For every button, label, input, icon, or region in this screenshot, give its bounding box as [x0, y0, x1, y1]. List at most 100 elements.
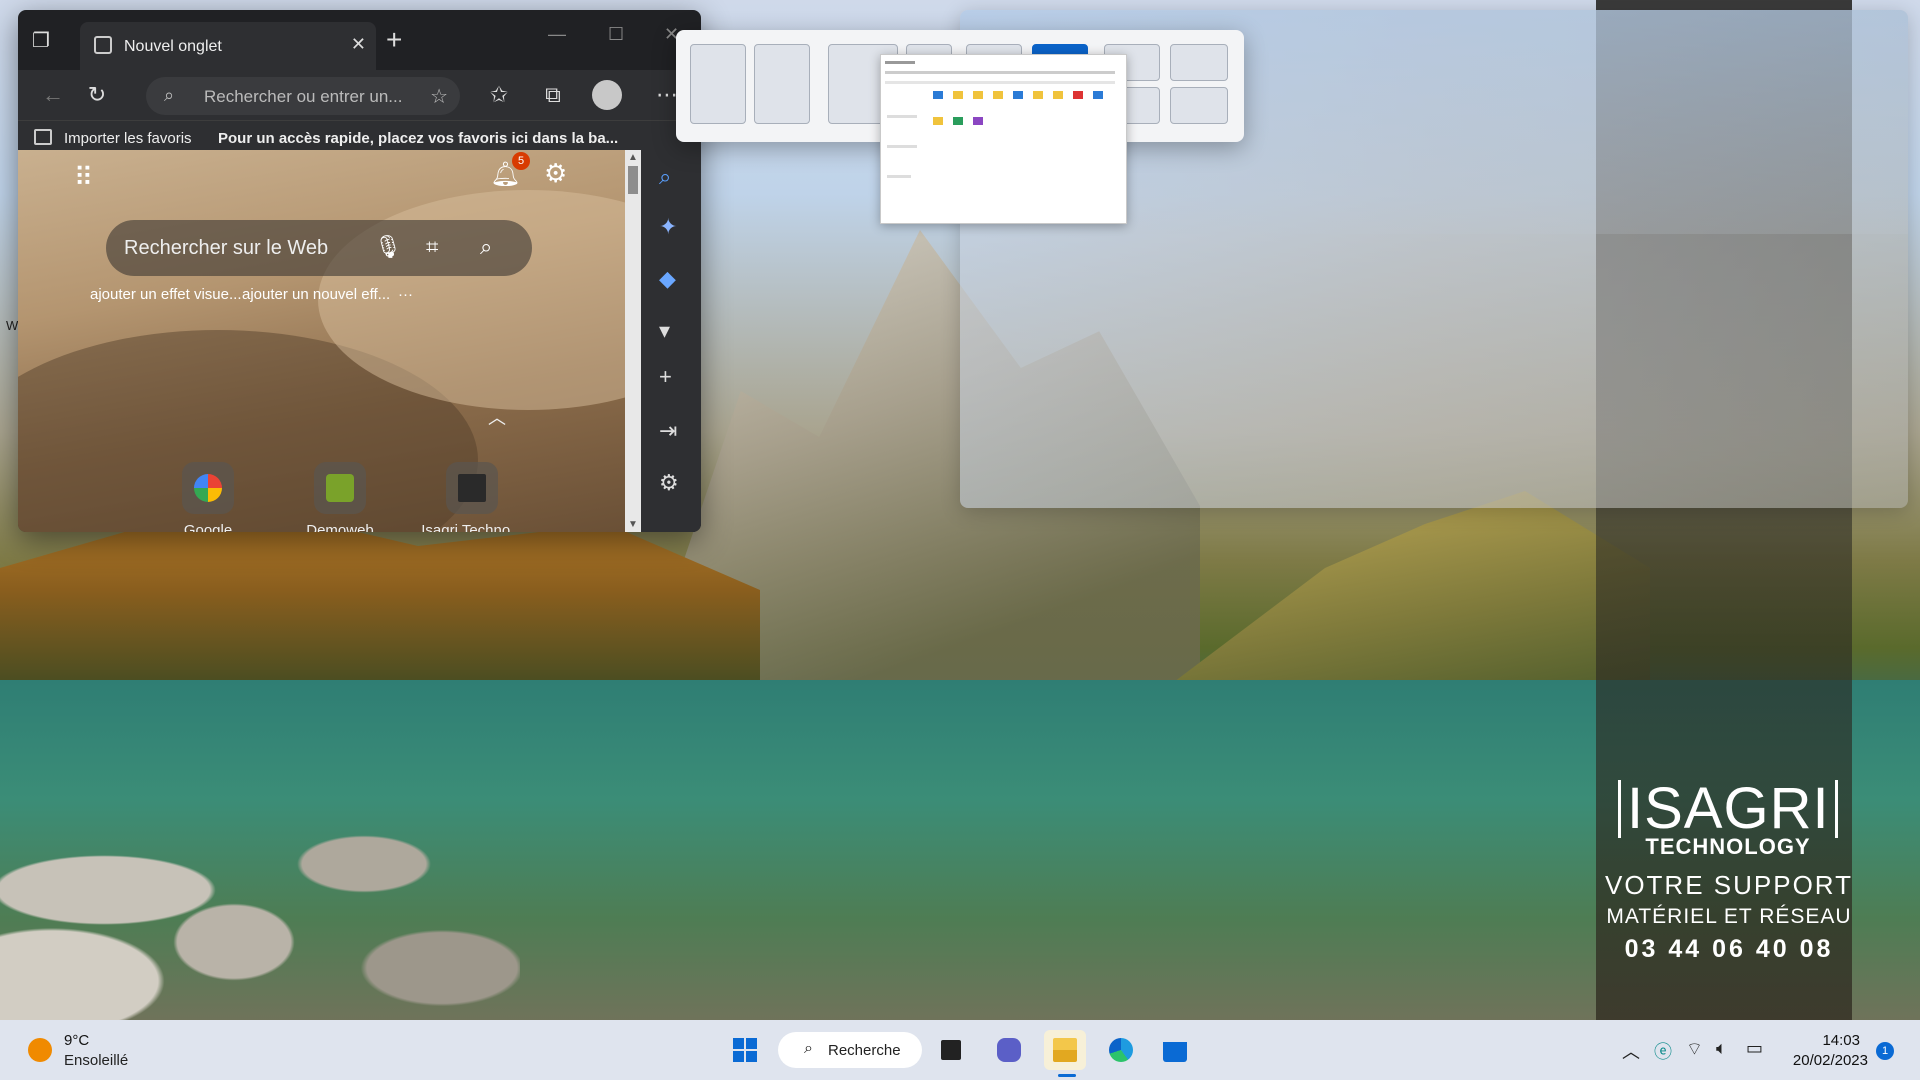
sidebar-copilot-icon[interactable]: ✦ [659, 214, 677, 240]
isagri-slogan-line2: MATÉRIEL ET RÉSEAU [1606, 905, 1852, 928]
isagri-slogan: VOTRE SUPPORT MATÉRIEL ET RÉSEAU 03 44 0… [1604, 870, 1854, 964]
edge-sidebar: ⌕ ✦ ◆ ▾ + ⇥ ⚙ [641, 150, 701, 532]
thumbnail-bar [887, 115, 917, 118]
start-button[interactable] [724, 1030, 766, 1070]
sidebar-add-icon[interactable]: + [659, 364, 672, 390]
microphone-icon[interactable]: 🎙︎ [374, 234, 402, 260]
scroll-thumb[interactable] [628, 166, 638, 194]
search-suggestion[interactable]: ajouter un nouvel eff... [242, 286, 390, 303]
isagri-logo-main: ISAGRI [1618, 780, 1838, 838]
thumbnail-bar [887, 145, 917, 148]
isagri-slogan-line1: VOTRE SUPPORT [1604, 870, 1853, 900]
new-tab-button[interactable]: + [386, 24, 402, 56]
notification-count-badge[interactable]: 1 [1876, 1042, 1894, 1060]
search-submit-icon[interactable]: ⌕ [480, 234, 492, 260]
quick-link-label: Demoweb [306, 522, 374, 532]
import-icon [34, 129, 52, 145]
file-explorer-thumbnail[interactable] [880, 54, 1127, 224]
thumbnail-bar [885, 71, 1115, 74]
folder-icon [1073, 91, 1083, 99]
quick-link-isagri[interactable]: Isagri Techno... [412, 462, 532, 532]
sidebar-shopping-icon[interactable]: ◆ [659, 266, 676, 292]
snap-zone[interactable] [1170, 87, 1228, 124]
collections-icon[interactable]: ⧉ [538, 82, 568, 112]
tab-actions-icon[interactable]: ❐ [32, 28, 62, 54]
google-logo-icon [194, 474, 222, 502]
store-button[interactable] [1154, 1030, 1196, 1070]
weather-temperature[interactable]: 9°C [64, 1032, 89, 1049]
more-suggestions[interactable]: ··· [398, 286, 413, 303]
rocks [0, 760, 520, 1020]
favorites-icon[interactable]: ✩ [484, 82, 514, 112]
scroll-down-arrow-icon[interactable]: ▼ [628, 519, 638, 530]
quick-link-demoweb[interactable]: Demoweb [280, 462, 400, 532]
wifi-icon[interactable]: ⌔ [1686, 1038, 1703, 1061]
address-placeholder: Rechercher ou entrer un... [204, 87, 403, 106]
folder-icon [1013, 91, 1023, 99]
battery-icon[interactable]: ▭ [1746, 1038, 1763, 1059]
favorites-bar-hint: Pour un accès rapide, placez vos favoris… [218, 130, 619, 147]
edge-browser-window[interactable]: ❐ Nouvel onglet ✕ + — ☐ ✕ ← ↻ ⌕ Recherch… [18, 10, 701, 532]
file-explorer-button[interactable] [1044, 1030, 1086, 1070]
folder-icon [993, 91, 1003, 99]
thumbnail-bar [885, 61, 915, 64]
refresh-icon[interactable]: ↻ [82, 82, 112, 112]
clock-date[interactable]: 20/02/2023 [1780, 1052, 1868, 1069]
tab-new-tab[interactable]: Nouvel onglet ✕ [80, 22, 376, 70]
minimize-icon[interactable]: — [548, 24, 566, 45]
weather-sun-icon[interactable] [28, 1038, 52, 1062]
back-arrow-icon[interactable]: ← [38, 82, 68, 112]
visual-search-icon[interactable]: ⌗ [426, 234, 438, 260]
search-icon: ⌕ [804, 1040, 813, 1057]
task-view-button[interactable] [930, 1030, 972, 1070]
sidebar-overflow-chevron-icon[interactable]: ▾ [659, 318, 670, 344]
weather-condition[interactable]: Ensoleillé [64, 1052, 128, 1069]
folder-icon [1053, 91, 1063, 99]
taskbar-search[interactable]: ⌕ Recherche [778, 1032, 922, 1068]
tab-close-icon[interactable]: ✕ [351, 34, 366, 55]
folder-icon [933, 117, 943, 125]
store-bag-icon [1163, 1038, 1187, 1062]
web-search-box[interactable]: Rechercher sur le Web 🎙︎ ⌗ ⌕ [106, 220, 532, 276]
folder-icon [1093, 91, 1103, 99]
edge-logo-icon [1109, 1038, 1133, 1062]
address-bar[interactable]: ⌕ Rechercher ou entrer un... ☆ [146, 77, 460, 115]
task-view-icon [941, 1040, 961, 1060]
thumbnail-bar [885, 81, 1115, 84]
isagri-logo-sub: TECHNOLOGY [1645, 834, 1811, 859]
page-scrollbar[interactable]: ▲ ▼ [625, 150, 641, 532]
search-suggestion[interactable]: ajouter un effet visue... [90, 286, 242, 303]
import-favorites-link[interactable]: Importer les favoris [64, 130, 192, 147]
folder-icon [973, 117, 983, 125]
add-favorite-icon[interactable]: ☆ [430, 84, 448, 109]
folder-icon [953, 91, 963, 99]
collapse-chevron-icon[interactable]: ︿ [488, 404, 506, 430]
tab-strip: ❐ Nouvel onglet ✕ + — ☐ ✕ [18, 10, 701, 70]
page-settings-gear-icon[interactable]: ⚙ [544, 158, 567, 189]
quick-link-google[interactable]: Google [148, 462, 268, 532]
sidebar-hide-icon[interactable]: ⇥ [659, 418, 677, 444]
snap-zone[interactable] [1170, 44, 1228, 81]
tray-app-icon[interactable]: ⓔ [1654, 1038, 1672, 1064]
snap-zone[interactable] [690, 44, 746, 124]
folder-icon [973, 91, 983, 99]
sidebar-search-icon[interactable]: ⌕ [659, 164, 671, 190]
search-icon: ⌕ [164, 85, 175, 105]
folder-icon [1053, 1038, 1077, 1062]
maximize-icon[interactable]: ☐ [608, 24, 624, 45]
teams-chat-button[interactable] [988, 1030, 1030, 1070]
edge-button[interactable] [1100, 1030, 1142, 1070]
chat-icon [997, 1038, 1021, 1062]
new-tab-favicon-icon [94, 36, 112, 54]
demoweb-logo-icon [326, 474, 354, 502]
apps-grid-icon[interactable]: ⠿ [74, 162, 93, 193]
tab-title: Nouvel onglet [124, 38, 222, 55]
volume-icon[interactable]: 🔈︎ [1716, 1038, 1727, 1059]
clock-time[interactable]: 14:03 [1780, 1032, 1860, 1049]
snap-zone[interactable] [754, 44, 810, 124]
tray-overflow-chevron-icon[interactable]: ︿ [1622, 1038, 1640, 1064]
hillside [1150, 491, 1650, 700]
sidebar-settings-icon[interactable]: ⚙ [659, 470, 679, 496]
scroll-up-arrow-icon[interactable]: ▲ [628, 152, 638, 163]
profile-avatar[interactable] [592, 80, 622, 110]
